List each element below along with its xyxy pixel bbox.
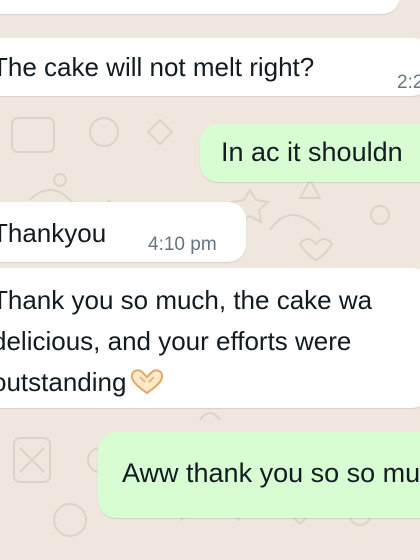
message-bubble-incoming[interactable]: Thankyou 4:10 pm bbox=[0, 202, 246, 262]
message-bubble-incoming[interactable]: The cake will not melt right? 2:2 bbox=[0, 38, 420, 96]
message-timestamp: 4:10 pm bbox=[148, 234, 217, 255]
message-text: In ac it shouldn bbox=[221, 137, 403, 167]
message-bubble-outgoing[interactable]: Aww thank you so so mu bbox=[98, 432, 420, 518]
message-text: Aww thank you so so mu bbox=[122, 458, 420, 488]
message-bubble-outgoing[interactable]: In ac it shouldn bbox=[200, 124, 420, 182]
message-text: Thank you so much, the cake wa delicious… bbox=[0, 280, 372, 403]
message-line: delicious, and your efforts were bbox=[0, 326, 352, 356]
message-line: outstanding bbox=[0, 362, 372, 403]
heart-hands-emoji-icon bbox=[131, 369, 164, 395]
message-text: Thankyou bbox=[0, 218, 107, 248]
message-line: Thank you so much, the cake wa bbox=[0, 285, 373, 315]
message-bubble-incoming[interactable] bbox=[0, 0, 400, 14]
message-timestamp: 2:2 bbox=[397, 72, 420, 93]
message-bubble-incoming[interactable]: Thank you so much, the cake wa delicious… bbox=[0, 268, 420, 408]
message-text: The cake will not melt right? bbox=[0, 52, 315, 82]
calendar-doodle-icon bbox=[11, 117, 55, 153]
